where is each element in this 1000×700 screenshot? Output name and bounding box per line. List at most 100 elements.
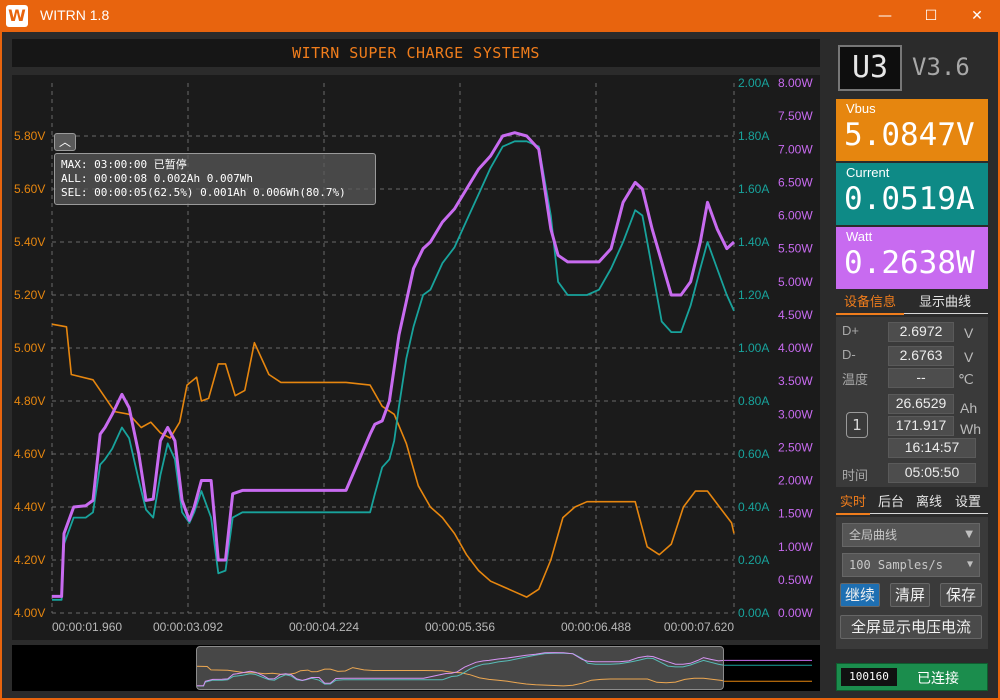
current-tick-label: 0.80A xyxy=(738,394,769,408)
current-tick-label: 1.80A xyxy=(738,129,769,143)
chevron-down-icon: ▼ xyxy=(965,529,973,540)
tab-settings[interactable]: 设置 xyxy=(950,493,986,515)
watt-label: Watt xyxy=(846,229,873,244)
main-chart[interactable]: 4.00V 4.20V 4.40V 4.60V 4.80V 5.00V 5.20V 5.40V… xyxy=(12,75,820,640)
clock-time-value: 16:14:57 xyxy=(888,438,976,458)
power-tick-label: 4.50W xyxy=(778,308,813,322)
current-value: 0.0519A xyxy=(844,181,975,217)
info-sel-line: SEL: 00:00:05(62.5%) 0.001Ah 0.006Wh(80.… xyxy=(61,186,346,199)
watt-meter: Watt 0.2638W xyxy=(836,227,988,289)
power-tick-label: 5.50W xyxy=(778,242,813,256)
fullscreen-vi-button[interactable]: 全屏显示电压电流 xyxy=(840,615,982,639)
curve-mode-select[interactable]: 全局曲线 ▼ xyxy=(842,523,980,547)
power-tick-label: 0.50W xyxy=(778,573,813,587)
minimize-button[interactable]: — xyxy=(862,0,908,32)
sample-rate-value: 100 Samples/s xyxy=(849,558,943,572)
power-tick-label: 1.50W xyxy=(778,507,813,521)
vbus-value: 5.0847V xyxy=(844,117,975,153)
power-tick-label: 1.00W xyxy=(778,540,813,554)
group-number-button[interactable]: 1 xyxy=(846,412,868,438)
tab-device-info[interactable]: 设备信息 xyxy=(836,293,904,315)
elapsed-time-value: 05:05:50 xyxy=(888,463,976,483)
collapse-info-button[interactable]: ︿ xyxy=(54,133,76,151)
mode-tabs: 实时 后台 离线 设置 xyxy=(836,493,988,515)
app-window: W WITRN 1.8 — ☐ ✕ WITRN SUPER CHARGE SYS… xyxy=(0,0,1000,700)
connection-status: 已连接 xyxy=(917,671,959,687)
continue-button[interactable]: 继续 xyxy=(840,583,880,607)
overview-strip[interactable] xyxy=(12,645,820,691)
current-tick-label: 1.40A xyxy=(738,235,769,249)
connection-status-bar: 100160 已连接 xyxy=(836,663,988,691)
power-tick-label: 7.50W xyxy=(778,109,813,123)
dplus-value: 2.6972 xyxy=(888,322,954,342)
close-button[interactable]: ✕ xyxy=(954,0,1000,32)
series-line-vbus xyxy=(51,323,735,598)
voltage-tick-label: 4.60V xyxy=(14,447,45,461)
current-tick-label: 2.00A xyxy=(738,76,769,90)
power-tick-label: 4.00W xyxy=(778,341,813,355)
vbus-label: Vbus xyxy=(846,101,876,116)
power-tick-label: 8.00W xyxy=(778,76,813,90)
info-max-line: MAX: 03:00:00 已暂停 xyxy=(61,158,187,171)
power-tick-label: 6.00W xyxy=(778,209,813,223)
client-area: WITRN SUPER CHARGE SYSTEMS 4.00V 4.20V 4.4… xyxy=(2,32,998,698)
dminus-value: 2.6763 xyxy=(888,346,954,366)
voltage-tick-label: 5.40V xyxy=(14,235,45,249)
ah-value: 26.6529 xyxy=(888,394,954,414)
temp-unit: ℃ xyxy=(958,371,974,387)
current-tick-label: 0.20A xyxy=(738,553,769,567)
clear-screen-button[interactable]: 清屏 xyxy=(890,583,930,607)
voltage-tick-label: 5.80V xyxy=(14,129,45,143)
tab-realtime[interactable]: 实时 xyxy=(836,493,870,515)
info-tabs: 设备信息 显示曲线 xyxy=(836,293,988,315)
chevron-down-icon: ▼ xyxy=(966,559,973,570)
voltage-tick-label: 5.20V xyxy=(14,288,45,302)
temp-label: 温度 xyxy=(842,372,869,387)
vbus-meter: Vbus 5.0847V xyxy=(836,99,988,161)
x-tick-label: 00:00:06.488 xyxy=(561,620,631,634)
maximize-button[interactable]: ☐ xyxy=(908,0,954,32)
power-tick-label: 0.00W xyxy=(778,606,813,620)
device-id: 100160 xyxy=(841,668,897,686)
power-tick-label: 3.00W xyxy=(778,407,813,421)
app-logo-icon: W xyxy=(6,5,28,27)
firmware-version: V3.6 xyxy=(912,53,970,81)
title-bar[interactable]: W WITRN 1.8 — ☐ ✕ xyxy=(0,0,1000,32)
current-tick-label: 0.00A xyxy=(738,606,769,620)
current-meter: Current 0.0519A xyxy=(836,163,988,225)
x-tick-label: 00:00:04.224 xyxy=(289,620,359,634)
voltage-tick-label: 5.60V xyxy=(14,182,45,196)
current-tick-label: 0.40A xyxy=(738,500,769,514)
power-tick-label: 3.50W xyxy=(778,374,813,388)
tab-offline[interactable]: 离线 xyxy=(912,493,946,515)
current-tick-label: 1.60A xyxy=(738,182,769,196)
power-tick-label: 7.00W xyxy=(778,142,813,156)
x-tick-label: 00:00:07.620 xyxy=(664,620,734,634)
overview-selection-window[interactable] xyxy=(196,646,724,690)
voltage-tick-label: 5.00V xyxy=(14,341,45,355)
dplus-unit: V xyxy=(964,325,974,341)
control-panel: 全局曲线 ▼ 100 Samples/s ▼ 继续 清屏 保存 全屏显示电压电流 xyxy=(836,517,988,649)
power-tick-label: 2.50W xyxy=(778,440,813,454)
tab-show-curves[interactable]: 显示曲线 xyxy=(910,293,980,315)
x-tick-label: 00:00:03.092 xyxy=(153,620,223,634)
power-tick-label: 6.50W xyxy=(778,175,813,189)
device-model: U3 xyxy=(838,45,902,91)
wh-value: 171.917 xyxy=(888,416,954,436)
current-tick-label: 1.20A xyxy=(738,288,769,302)
dminus-label: D- xyxy=(842,347,856,362)
voltage-tick-label: 4.20V xyxy=(14,553,45,567)
tab-background[interactable]: 后台 xyxy=(874,493,908,515)
chart-header: WITRN SUPER CHARGE SYSTEMS xyxy=(12,39,820,67)
voltage-tick-label: 4.40V xyxy=(14,500,45,514)
temp-value: -- xyxy=(888,368,954,388)
watt-value: 0.2638W xyxy=(844,245,975,281)
sample-rate-select[interactable]: 100 Samples/s ▼ xyxy=(842,553,980,577)
stats-info-box: MAX: 03:00:00 已暂停 ALL: 00:00:08 0.002Ah … xyxy=(54,153,376,205)
power-tick-label: 2.00W xyxy=(778,474,813,488)
save-button[interactable]: 保存 xyxy=(940,583,982,607)
dplus-label: D+ xyxy=(842,323,859,338)
current-tick-label: 0.60A xyxy=(738,447,769,461)
curve-mode-value: 全局曲线 xyxy=(849,528,898,542)
time-label: 时间 xyxy=(842,468,869,483)
